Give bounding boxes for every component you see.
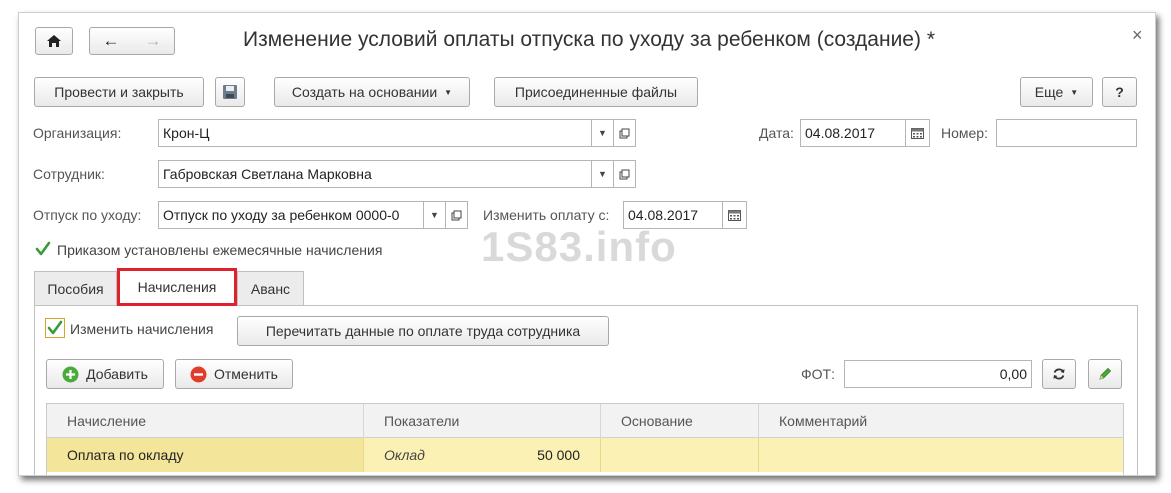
date-field[interactable]: 04.08.2017 [800, 119, 906, 147]
cell-accrual[interactable]: Оплата по окладу [47, 438, 364, 472]
tab-accruals[interactable]: Начисления [117, 268, 237, 306]
cancel-accrual-button[interactable]: Отменить [175, 359, 293, 389]
save-button[interactable] [215, 77, 245, 107]
back-arrow-icon[interactable]: ← [103, 31, 120, 51]
number-field[interactable] [996, 119, 1137, 147]
close-icon[interactable]: × [1132, 25, 1143, 46]
more-label: Еще [1034, 84, 1064, 100]
leave-dropdown-icon[interactable]: ▼ [424, 201, 446, 229]
calendar-icon[interactable] [906, 119, 930, 147]
checkmark-icon [47, 320, 63, 335]
organization-open-icon[interactable] [614, 119, 636, 147]
help-button[interactable]: ? [1102, 77, 1137, 107]
change-accruals-checkbox[interactable] [45, 318, 65, 338]
document-window: ← → Изменение условий оплаты отпуска по … [18, 12, 1156, 476]
column-header-basis[interactable]: Основание [601, 404, 759, 438]
window-title: Изменение условий оплаты отпуска по уход… [243, 28, 935, 51]
cell-basis[interactable] [601, 438, 759, 472]
add-label: Добавить [86, 366, 148, 382]
cell-amount[interactable]: 50 000 [474, 438, 601, 472]
cell-indicator[interactable]: Оклад [364, 438, 474, 472]
create-based-on-label: Создать на основании [291, 84, 438, 100]
employee-label: Сотрудник: [33, 166, 105, 182]
change-accruals-label: Изменить начисления [70, 321, 214, 337]
forward-arrow-icon[interactable]: → [145, 31, 162, 51]
employee-open-icon[interactable] [614, 160, 636, 188]
cancel-label: Отменить [214, 366, 278, 382]
nav-back-forward: ← → [89, 27, 175, 55]
plus-circle-icon [62, 366, 79, 382]
monthly-accruals-label: Приказом установлены ежемесячные начисле… [57, 242, 383, 258]
tab-benefits[interactable]: Пособия [34, 271, 117, 305]
more-button[interactable]: Еще ▼ [1020, 77, 1093, 107]
column-header-accrual[interactable]: Начисление [47, 404, 364, 438]
checkmark-icon [35, 241, 51, 256]
column-header-indicators[interactable]: Показатели [364, 404, 601, 438]
floppy-disk-icon [223, 85, 237, 99]
organization-dropdown-icon[interactable]: ▼ [592, 119, 614, 147]
leave-label: Отпуск по уходу: [33, 207, 142, 223]
organization-label: Организация: [33, 125, 122, 141]
attached-files-button[interactable]: Присоединенные файлы [494, 77, 698, 107]
fot-label: ФОТ: [801, 366, 835, 382]
edit-button[interactable] [1088, 359, 1122, 389]
employee-field[interactable]: Габровская Светлана Марковна [158, 160, 592, 188]
column-header-comment[interactable]: Комментарий [759, 404, 1123, 438]
cell-comment[interactable] [759, 438, 1123, 472]
create-based-on-button[interactable]: Создать на основании ▼ [274, 77, 470, 107]
organization-field[interactable]: Крон-Ц [158, 119, 592, 147]
pencil-icon [1099, 367, 1112, 380]
accruals-table: Начисление Показатели Основание Коммента… [46, 403, 1124, 475]
accruals-panel: Изменить начисления Перечитать данные по… [34, 305, 1138, 475]
leave-open-icon[interactable] [446, 201, 468, 229]
add-button[interactable]: Добавить [46, 359, 164, 389]
home-button[interactable] [35, 27, 73, 55]
tab-advance[interactable]: Аванс [237, 271, 304, 305]
change-pay-from-label: Изменить оплату с: [483, 207, 610, 223]
dropdown-arrow-icon: ▼ [1070, 87, 1079, 97]
fot-field[interactable]: 0,00 [844, 360, 1032, 388]
date-label: Дата: [759, 125, 794, 141]
dropdown-arrow-icon: ▼ [444, 87, 453, 97]
reread-salary-data-button[interactable]: Перечитать данные по оплате труда сотруд… [237, 316, 609, 346]
refresh-icon [1053, 368, 1065, 380]
employee-dropdown-icon[interactable]: ▼ [592, 160, 614, 188]
refresh-button[interactable] [1042, 359, 1076, 389]
calendar-icon[interactable] [723, 201, 747, 229]
leave-field[interactable]: Отпуск по уходу за ребенком 0000-0 [158, 201, 424, 229]
minus-circle-icon [190, 366, 207, 382]
post-and-close-button[interactable]: Провести и закрыть [34, 77, 204, 107]
home-icon [47, 35, 61, 47]
monthly-accruals-checkbox[interactable] [35, 241, 51, 257]
watermark: 1S83.info [481, 223, 677, 270]
number-label: Номер: [941, 125, 988, 141]
